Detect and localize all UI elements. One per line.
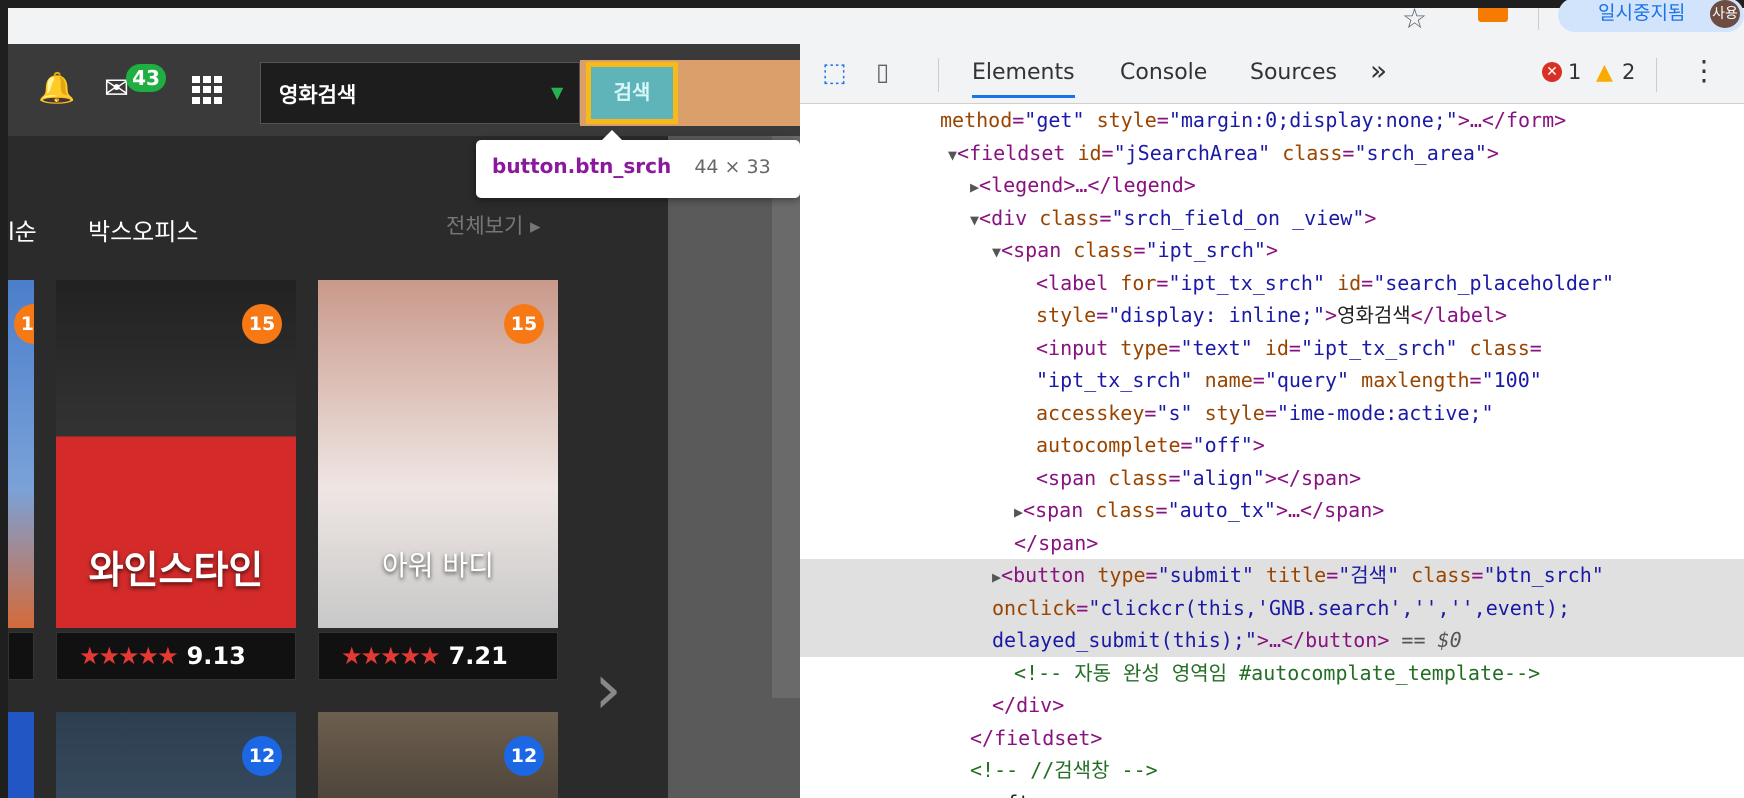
age-rating-badge: 15 (242, 304, 282, 344)
dom-node[interactable]: ::after (800, 787, 1744, 798)
dom-node-selected[interactable]: delayed_submit(this);">…</button> == $0 (800, 624, 1744, 657)
search-button[interactable]: 검색 (586, 62, 678, 124)
poster[interactable]: 12 (56, 712, 296, 798)
dom-node[interactable]: "ipt_tx_srch" name="query" maxlength="10… (800, 364, 1744, 397)
dom-node[interactable]: </div> (800, 689, 1744, 722)
search-placeholder: 영화검색 (279, 83, 357, 107)
view-all-link[interactable]: 전체보기 ▸ (446, 210, 541, 240)
chevron-right-icon[interactable]: › (594, 654, 622, 724)
browser-toolbar: ☆ 일시중지됨 사용 (0, 0, 1744, 44)
rating-bar: ★★★★★ 9.13 (56, 632, 296, 680)
dom-node[interactable]: <span class="align"></span> (800, 462, 1744, 495)
tab-console[interactable]: Console (1120, 60, 1207, 85)
error-icon[interactable]: ✕ (1542, 62, 1562, 82)
apps-grid-icon[interactable] (192, 76, 224, 104)
webpage: 🔔 ✉ 43 영화검색 ▼ 검색 button.btn_srch 44 × 33… (8, 44, 800, 798)
star-rating-icon: ★★★★★ (341, 642, 441, 670)
warning-count[interactable]: 2 (1622, 60, 1635, 84)
caret-down-icon[interactable]: ▼ (551, 83, 563, 102)
dom-node[interactable]: <!-- //검색창 --> (800, 754, 1744, 787)
dom-node[interactable]: style="display: inline;">영화검색</label> (800, 299, 1744, 332)
rating-score: 9.13 (186, 642, 246, 670)
kebab-menu-icon[interactable]: ⋮ (1690, 54, 1718, 87)
profile-label: 일시중지됨 (1598, 2, 1686, 24)
devtools-panel: ⬚ ▯ Elements Console Sources » ✕ 1 ▲ 2 ⋮… (800, 44, 1744, 798)
star-rating-icon: ★★★★★ (79, 642, 179, 670)
mail-count-badge: 43 (126, 64, 166, 92)
movie-tabs: l순 박스오피스 전체보기 ▸ (8, 204, 668, 252)
star-icon[interactable]: ☆ (1402, 2, 1427, 35)
more-tabs-button[interactable]: » (1370, 54, 1387, 87)
dom-node[interactable]: </span> (800, 527, 1744, 560)
screen: ☆ 일시중지됨 사용 🔔 ✉ 43 영화검색 ▼ 검색 button.btn_s… (0, 0, 1744, 798)
poster-title: 아워 바디 (382, 549, 494, 582)
poster-our-body[interactable]: 15 아워 바디 (318, 280, 558, 628)
inspect-tooltip: button.btn_srch 44 × 33 (476, 130, 800, 198)
search-box[interactable]: 영화검색 ▼ (260, 62, 580, 124)
age-rating-badge: 12 (242, 736, 282, 776)
tooltip-selector: button.btn_srch (492, 154, 672, 178)
toolbar-divider (1656, 58, 1657, 92)
inspect-element-icon[interactable]: ⬚ (822, 58, 847, 88)
poster-title: 와인스타인 (88, 548, 264, 592)
toolbar-divider (938, 58, 939, 92)
dom-node[interactable]: method="get" style="margin:0;display:non… (800, 104, 1744, 137)
tooltip-arrow (602, 130, 622, 140)
dom-node[interactable]: accesskey="s" style="ime-mode:active;" (800, 397, 1744, 430)
poster-partial[interactable] (8, 712, 34, 798)
dom-node[interactable]: <input type="text" id="ipt_tx_srch" clas… (800, 332, 1744, 365)
dom-tree: ••• method="get" style="margin:0;display… (800, 104, 1744, 798)
dom-node-selected[interactable]: ▶<button type="submit" title="검색" class=… (800, 559, 1744, 592)
age-rating-badge: 15 (14, 304, 34, 344)
dom-node[interactable]: ▼<div class="srch_field_on _view"> (800, 202, 1744, 235)
tab-previous[interactable]: l순 (8, 212, 37, 247)
poster-weinstein[interactable]: 15 와인스타인 (56, 280, 296, 628)
error-count[interactable]: 1 (1568, 60, 1581, 84)
dom-node[interactable]: autocomplete="off"> (800, 429, 1744, 462)
rating-partial (8, 632, 34, 680)
toolbar-separator (1538, 8, 1539, 30)
dom-node[interactable]: <label for="ipt_tx_srch" id="search_plac… (800, 267, 1744, 300)
age-rating-badge: 15 (504, 304, 544, 344)
dom-node[interactable]: </fieldset> (800, 722, 1744, 755)
devtools-toolbar: ⬚ ▯ Elements Console Sources » ✕ 1 ▲ 2 ⋮ (800, 44, 1744, 104)
dom-node-selected[interactable]: onclick="clickcr(this,'GNB.search','',''… (800, 591, 1744, 624)
bell-icon[interactable]: 🔔 (38, 74, 75, 104)
poster[interactable]: 12 (318, 712, 558, 798)
extension-icon[interactable] (1478, 8, 1508, 22)
profile-button[interactable]: 일시중지됨 사용 (1558, 0, 1744, 32)
tab-elements[interactable]: Elements (972, 60, 1075, 98)
rating-bar: ★★★★★ 7.21 (318, 632, 558, 680)
device-toggle-icon[interactable]: ▯ (876, 58, 889, 86)
poster-partial[interactable]: 15 (8, 280, 34, 628)
dom-node[interactable]: <!-- 자동 완성 영역임 #autocomplate_template--> (800, 657, 1744, 690)
avatar: 사용 (1710, 0, 1740, 28)
dom-node[interactable]: ▶<legend>…</legend> (800, 169, 1744, 202)
tab-sources[interactable]: Sources (1250, 60, 1337, 85)
browser-toolbar-inner: ☆ 일시중지됨 사용 (8, 0, 1744, 44)
warning-icon[interactable]: ▲ (1596, 60, 1613, 85)
global-nav: 🔔 ✉ 43 영화검색 ▼ 검색 (8, 44, 800, 136)
dom-node[interactable]: ▼<fieldset id="jSearchArea" class="srch_… (800, 137, 1744, 170)
tooltip-size: 44 × 33 (694, 156, 771, 178)
tab-boxoffice[interactable]: 박스오피스 (88, 212, 198, 247)
rating-score: 7.21 (448, 642, 508, 670)
dom-node[interactable]: ▶<span class="auto_tx">…</span> (800, 494, 1744, 527)
age-rating-badge: 12 (504, 736, 544, 776)
dom-node[interactable]: ▼<span class="ipt_srch"> (800, 234, 1744, 267)
